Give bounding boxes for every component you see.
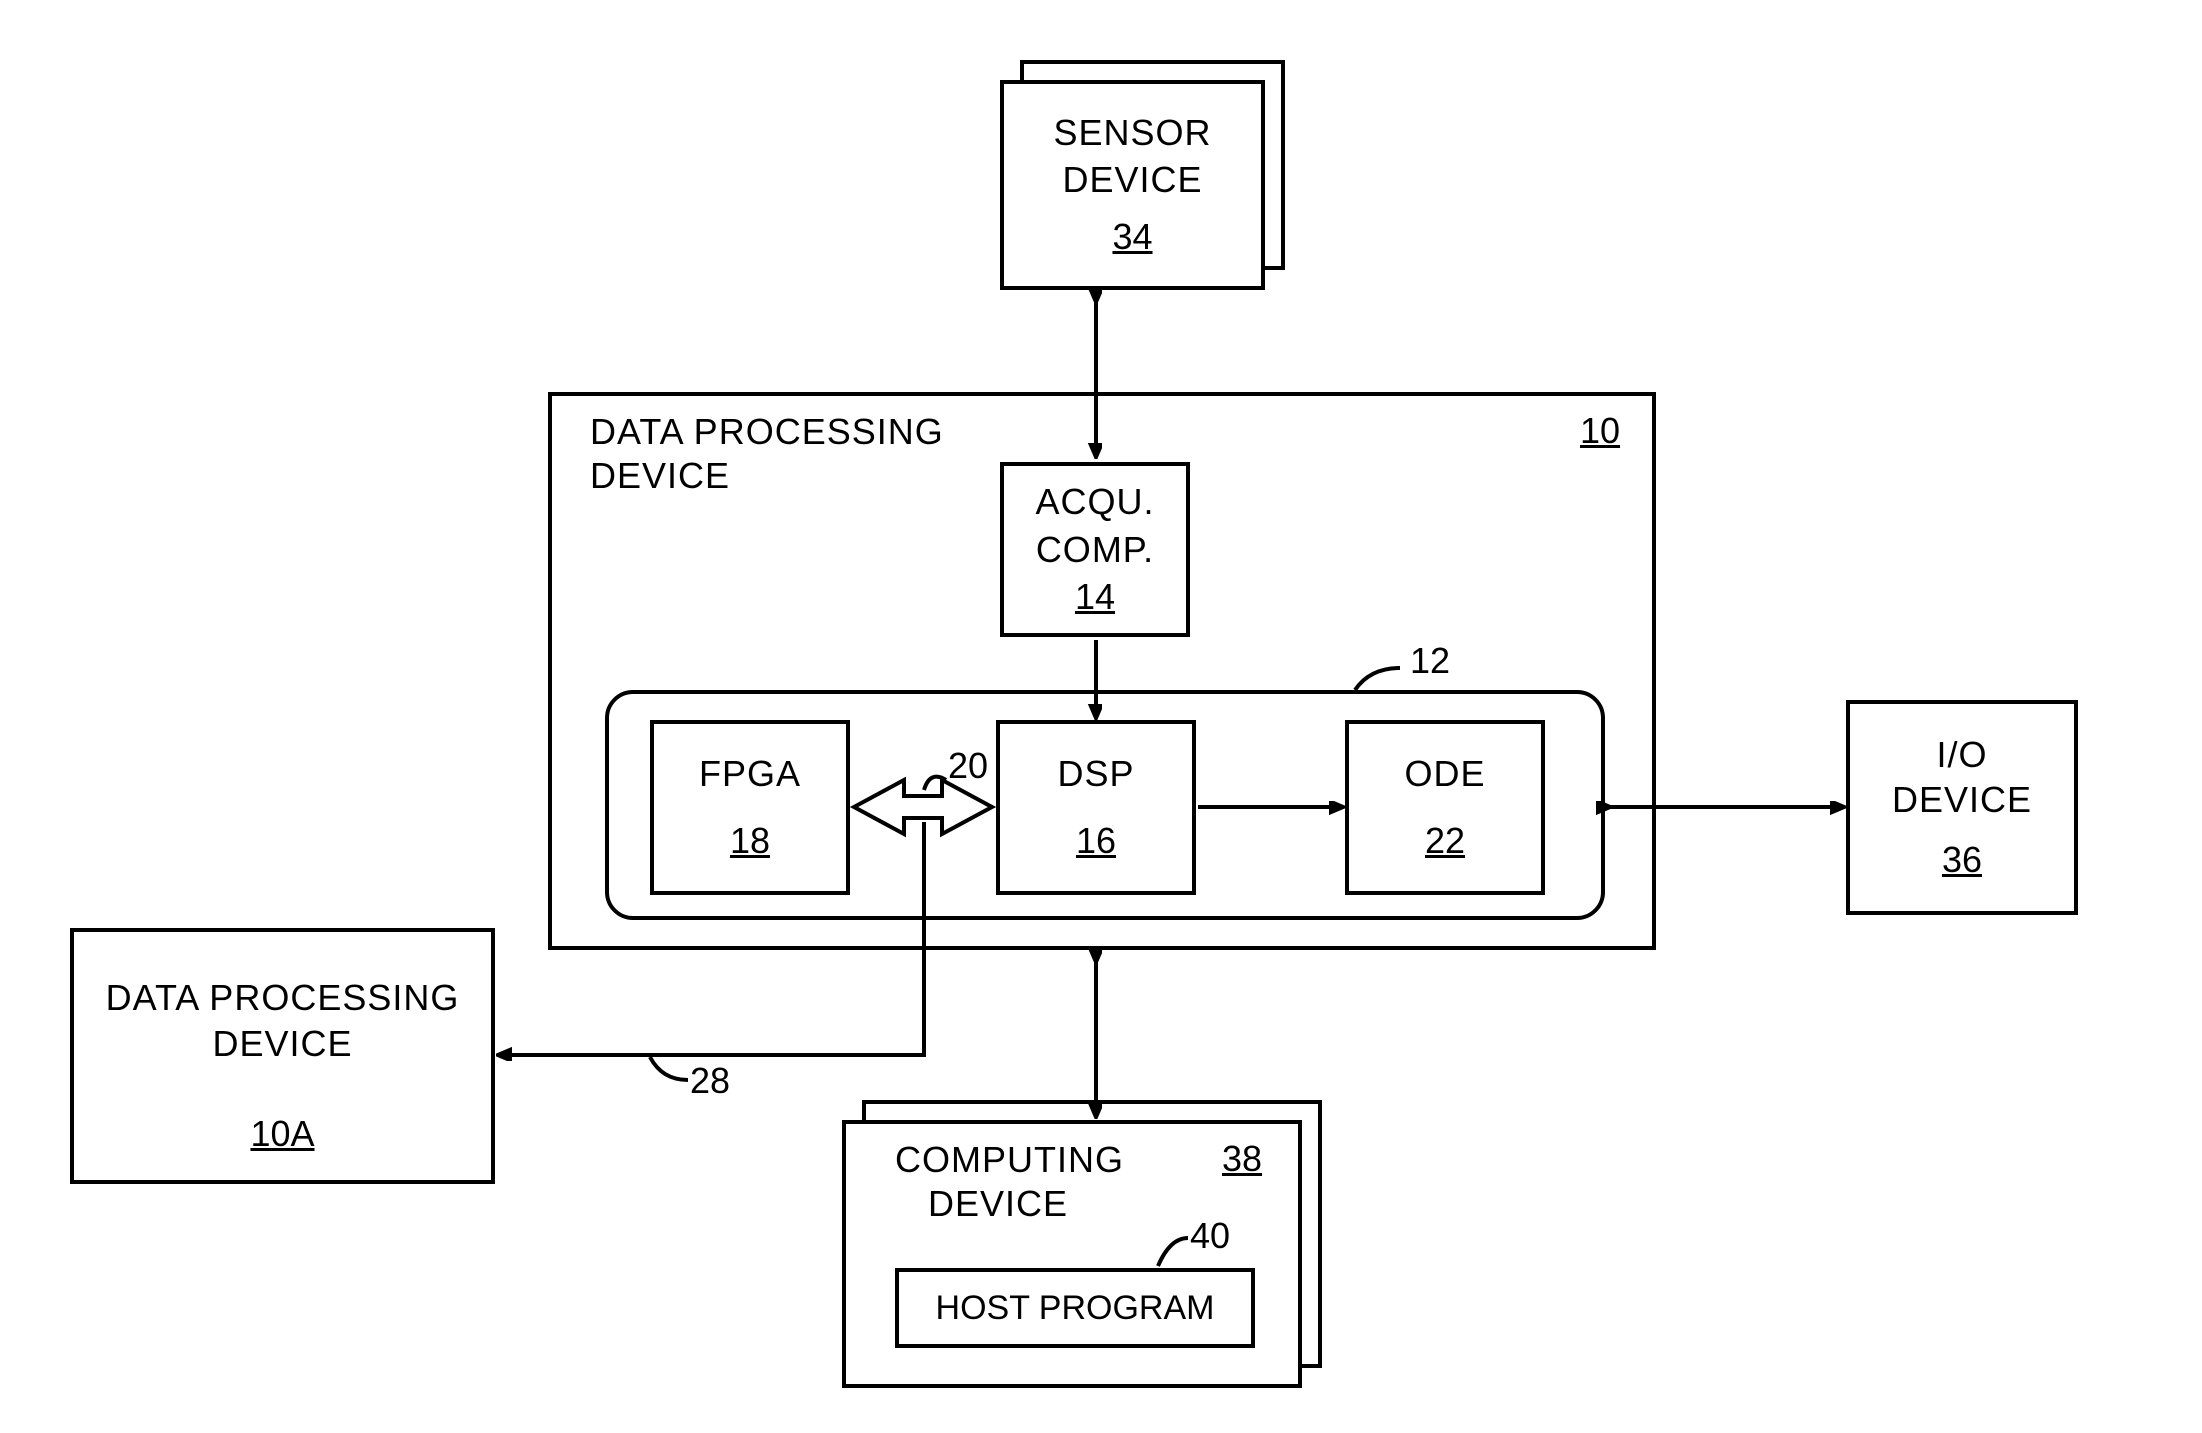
inner-id: 12: [1410, 640, 1450, 682]
dpd-title1: DATA PROCESSING: [590, 410, 1010, 453]
host-title: HOST PROGRAM: [936, 1289, 1215, 1328]
host-program: HOST PROGRAM: [895, 1268, 1255, 1348]
sensor-title1: SENSOR: [1053, 112, 1211, 153]
acqu-comp: ACQU. COMP. 14: [1000, 462, 1190, 637]
comp-id: 38: [1222, 1138, 1262, 1180]
ode: ODE 22: [1345, 720, 1545, 895]
dpd2-id: 10A: [250, 1113, 314, 1155]
io-title2: DEVICE: [1892, 779, 2032, 820]
dpd-id: 10: [1580, 410, 1620, 452]
fpga-id: 18: [730, 820, 770, 862]
acqu-id: 14: [1075, 576, 1115, 618]
dpd2-title2: DEVICE: [212, 1023, 352, 1064]
sensor-device: SENSOR DEVICE 34: [1000, 80, 1265, 290]
fpga: FPGA 18: [650, 720, 850, 895]
acqu-title2: COMP.: [1036, 529, 1154, 570]
sensor-title2: DEVICE: [1062, 159, 1202, 200]
dpd2-title1: DATA PROCESSING: [106, 977, 460, 1018]
leader-20: 20: [948, 745, 988, 787]
ode-title: ODE: [1404, 753, 1485, 794]
io-device: I/O DEVICE 36: [1846, 700, 2078, 915]
acqu-title1: ACQU.: [1035, 481, 1154, 522]
data-processing-device-a: DATA PROCESSING DEVICE 10A: [70, 928, 495, 1184]
fpga-title: FPGA: [699, 753, 801, 794]
dsp-title: DSP: [1057, 753, 1134, 794]
io-title1: I/O: [1936, 734, 1987, 775]
host-id: 40: [1190, 1215, 1230, 1257]
leader-28: 28: [690, 1060, 730, 1102]
io-id: 36: [1942, 839, 1982, 881]
dsp-id: 16: [1076, 820, 1116, 862]
comp-title1: COMPUTING: [895, 1138, 1124, 1181]
dpd-title2: DEVICE: [590, 454, 1010, 497]
ode-id: 22: [1425, 820, 1465, 862]
comp-title2: DEVICE: [928, 1182, 1068, 1225]
sensor-id: 34: [1112, 216, 1152, 258]
dsp: DSP 16: [996, 720, 1196, 895]
